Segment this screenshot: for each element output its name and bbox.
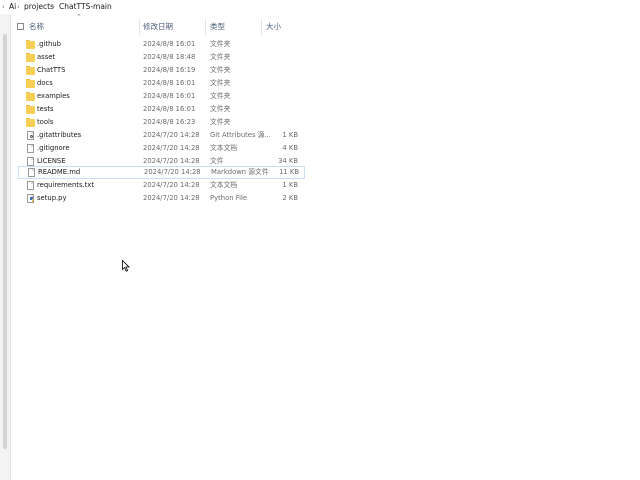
item-date: 2024/7/20 14:28 [143, 144, 200, 152]
list-item-file[interactable]: requirements.txt 2024/7/20 14:28 文本文档 1 … [12, 179, 310, 192]
item-name: setup.py [37, 194, 67, 202]
item-type: Python File [210, 194, 248, 202]
breadcrumb-chevron-icon[interactable]: › [2, 0, 5, 14]
item-date: 2024/7/20 14:28 [143, 181, 200, 189]
item-name: examples [37, 92, 70, 100]
item-date: 2024/7/20 14:28 [144, 168, 201, 176]
folder-icon [26, 79, 35, 88]
item-name: tools [37, 118, 54, 126]
breadcrumb-chevron-icon[interactable]: › [17, 0, 20, 14]
file-icon [26, 181, 35, 190]
item-type: 文件夹 [210, 40, 231, 48]
item-type: 文件夹 [210, 53, 231, 61]
item-name: README.md [38, 168, 81, 176]
folder-icon [26, 40, 35, 49]
breadcrumb-item-chattts-main[interactable]: ChatTTS-main [59, 0, 112, 14]
python-file-icon [26, 194, 35, 203]
breadcrumb-item-ai[interactable]: Ai [9, 0, 16, 14]
scrollbar-track[interactable] [0, 14, 11, 480]
folder-icon [26, 118, 35, 127]
list-item-file[interactable]: .gitignore 2024/7/20 14:28 文本文档 4 KB [12, 142, 310, 155]
sort-up-icon: ⌃ [76, 13, 82, 21]
folder-icon [26, 66, 35, 75]
item-date: 2024/8/8 16:01 [143, 40, 196, 48]
item-date: 2024/7/20 14:28 [143, 131, 200, 139]
item-type: 文件夹 [210, 105, 231, 113]
item-name: ChatTTS [37, 66, 66, 74]
select-all-checkbox[interactable] [17, 23, 24, 30]
item-size: 11 KB [279, 168, 299, 176]
item-name: tests [37, 105, 54, 113]
item-name: .gitignore [37, 144, 70, 152]
list-item-file[interactable]: setup.py 2024/7/20 14:28 Python File 2 K… [12, 192, 310, 205]
file-icon [27, 168, 36, 177]
column-divider[interactable] [139, 19, 140, 35]
file-icon [26, 144, 35, 153]
column-header-type[interactable]: 类型 [210, 16, 225, 38]
column-divider[interactable] [261, 19, 262, 35]
breadcrumb-chevron-icon[interactable]: › [52, 0, 55, 14]
breadcrumb-item-projects[interactable]: projects [24, 0, 54, 14]
item-date: 2024/7/20 14:28 [143, 194, 200, 202]
list-item-folder[interactable]: docs 2024/8/8 16:01 文件夹 [12, 77, 310, 90]
list-item-folder[interactable]: tests 2024/8/8 16:01 文件夹 [12, 103, 310, 116]
item-type: 文本文档 [210, 144, 238, 152]
gear-file-icon [26, 131, 35, 140]
list-item-file[interactable]: .gitattributes 2024/7/20 14:28 Git Attri… [12, 129, 310, 142]
column-divider[interactable] [205, 19, 206, 35]
item-name: docs [37, 79, 53, 87]
item-size: 2 KB [282, 194, 298, 202]
item-date: 2024/8/8 18:48 [143, 53, 196, 61]
item-type: 文件夹 [210, 92, 231, 100]
breadcrumb: › Ai › projects › ChatTTS-main [0, 0, 640, 14]
file-icon [26, 157, 35, 166]
item-date: 2024/8/8 16:01 [143, 105, 196, 113]
mouse-cursor-icon [122, 260, 130, 272]
item-name: requirements.txt [37, 181, 94, 189]
list-item-folder[interactable]: asset 2024/8/8 18:48 文件夹 [12, 51, 310, 64]
item-type: 文件夹 [210, 79, 231, 87]
list-item-folder[interactable]: ChatTTS 2024/8/8 16:19 文件夹 [12, 64, 310, 77]
item-name: .gitattributes [37, 131, 82, 139]
file-explorer-window: › Ai › projects › ChatTTS-main ⌃ 名称 修改日期… [0, 0, 640, 480]
list-item-folder[interactable]: .github 2024/8/8 16:01 文件夹 [12, 38, 310, 51]
item-size: 4 KB [282, 144, 298, 152]
item-size: 1 KB [282, 131, 298, 139]
scrollbar-thumb[interactable] [3, 34, 7, 449]
item-date: 2024/8/8 16:19 [143, 66, 196, 74]
list-item-folder[interactable]: tools 2024/8/8 16:23 文件夹 [12, 116, 310, 129]
item-type: 文本文档 [210, 181, 238, 189]
item-date: 2024/8/8 16:01 [143, 79, 196, 87]
list-item-folder[interactable]: examples 2024/8/8 16:01 文件夹 [12, 90, 310, 103]
item-type: 文件夹 [210, 66, 231, 74]
item-name: asset [37, 53, 56, 61]
column-header: ⌃ 名称 修改日期 类型 大小 [12, 13, 310, 38]
folder-icon [26, 105, 35, 114]
item-type: Markdown 源文件 [211, 168, 269, 176]
column-header-name[interactable]: 名称 [29, 16, 44, 38]
list-item-file-hovered[interactable]: README.md 2024/7/20 14:28 Markdown 源文件 1… [18, 166, 305, 179]
item-type: Git Attributes 源... [210, 131, 271, 139]
column-header-size[interactable]: 大小 [266, 16, 281, 38]
item-date: 2024/8/8 16:01 [143, 92, 196, 100]
folder-icon [26, 53, 35, 62]
item-name: .github [37, 40, 61, 48]
folder-icon [26, 92, 35, 101]
item-date: 2024/8/8 16:23 [143, 118, 196, 126]
item-type: 文件夹 [210, 118, 231, 126]
item-size: 1 KB [282, 181, 298, 189]
column-header-date[interactable]: 修改日期 [143, 16, 173, 38]
